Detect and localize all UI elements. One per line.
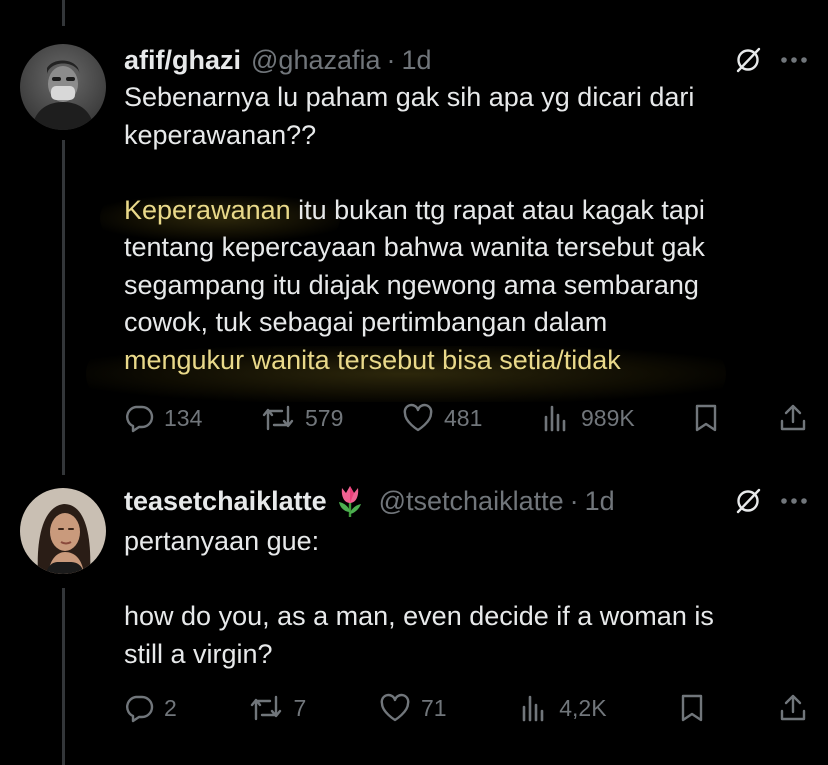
tweet-2[interactable]: teasetchaiklatte @tsetchaiklatte · 1d pe…	[0, 470, 828, 765]
display-name[interactable]: afif/ghazi	[124, 45, 241, 76]
text-line: mengukur wanita tersebut bisa setia/tida…	[124, 342, 798, 380]
avatar[interactable]	[20, 44, 106, 130]
user-handle[interactable]: @ghazafia	[251, 45, 381, 76]
like-button[interactable]: 481	[402, 403, 482, 433]
views-button[interactable]: 4,2K	[519, 693, 607, 723]
text-line: still a virgin?	[124, 638, 273, 669]
reply-icon	[126, 695, 154, 723]
text-line: cowok, tuk sebagai pertimbangan dalam	[124, 307, 608, 337]
action-bar: 134 579 481 989K	[124, 398, 808, 438]
repost-count: 7	[293, 694, 307, 721]
repost-count: 579	[305, 404, 344, 431]
grok-icon[interactable]	[734, 46, 762, 74]
tweet-1[interactable]: afif/ghazi @ghazafia · 1d Sebenarnya lu …	[0, 0, 828, 470]
views-button[interactable]: 989K	[541, 403, 635, 433]
bookmark-icon	[696, 404, 717, 432]
tulip-emoji	[335, 484, 365, 518]
share-button[interactable]	[778, 693, 808, 723]
repost-button[interactable]: 7	[249, 693, 306, 723]
text-line: tentang kepercayaan bahwa wanita tersebu…	[124, 232, 705, 262]
bookmark-icon	[682, 694, 703, 722]
text-line: pertanyaan gue:	[124, 526, 320, 556]
views-icon	[522, 695, 544, 722]
share-button[interactable]	[778, 403, 808, 433]
separator-dot: ·	[569, 485, 579, 516]
timestamp[interactable]: 1d	[585, 486, 615, 517]
tweet-header: afif/ghazi @ghazafia · 1d	[124, 42, 808, 78]
text-line: keperawanan??	[124, 119, 317, 150]
action-bar: 2 7 71 4,2K	[124, 688, 808, 728]
more-icon[interactable]	[780, 497, 808, 505]
highlighted-text: Keperawanan	[124, 194, 291, 225]
avatar-image	[20, 44, 106, 130]
share-icon	[780, 694, 806, 721]
view-count: 989K	[581, 404, 635, 431]
highlighted-text: mengukur wanita tersebut bisa setia/tida…	[124, 344, 621, 375]
like-icon	[380, 693, 410, 722]
more-icon[interactable]	[780, 56, 808, 64]
avatar[interactable]	[20, 488, 106, 574]
text-line: Keperawanan itu bukan ttg rapat atau kag…	[124, 194, 705, 225]
text-line: Sebenarnya lu paham gak sih apa yg dicar…	[124, 82, 695, 112]
reply-icon	[126, 405, 154, 433]
repost-button[interactable]: 579	[261, 403, 343, 433]
grok-icon[interactable]	[734, 487, 762, 515]
separator-dot: ·	[386, 44, 396, 75]
share-icon	[780, 404, 806, 431]
reply-count: 2	[164, 694, 177, 721]
bookmark-button[interactable]	[679, 693, 705, 723]
tweet-text: Sebenarnya lu paham gak sih apa yg dicar…	[124, 79, 798, 379]
reply-count: 134	[164, 404, 203, 431]
text-line: how do you, as a man, even decide if a w…	[124, 601, 714, 631]
repost-icon	[251, 695, 282, 721]
user-handle[interactable]: @tsetchaiklatte	[379, 486, 564, 517]
avatar-image	[20, 488, 106, 574]
tweet-text: pertanyaan gue: how do you, as a man, ev…	[124, 523, 798, 673]
like-icon	[403, 403, 433, 432]
text-line: segampang itu diajak ngewong ama sembara…	[124, 269, 699, 300]
reply-button[interactable]: 134	[124, 403, 202, 433]
like-button[interactable]: 71	[379, 693, 447, 723]
tweet-header: teasetchaiklatte @tsetchaiklatte · 1d	[124, 483, 808, 519]
timestamp[interactable]: 1d	[402, 45, 432, 76]
like-count: 71	[420, 694, 447, 721]
display-name[interactable]: teasetchaiklatte	[124, 486, 327, 517]
bookmark-button[interactable]	[693, 403, 719, 433]
views-icon	[544, 405, 566, 432]
reply-button[interactable]: 2	[124, 693, 177, 723]
view-count: 4,2K	[559, 694, 607, 721]
like-count: 481	[444, 404, 483, 431]
repost-icon	[262, 405, 294, 431]
